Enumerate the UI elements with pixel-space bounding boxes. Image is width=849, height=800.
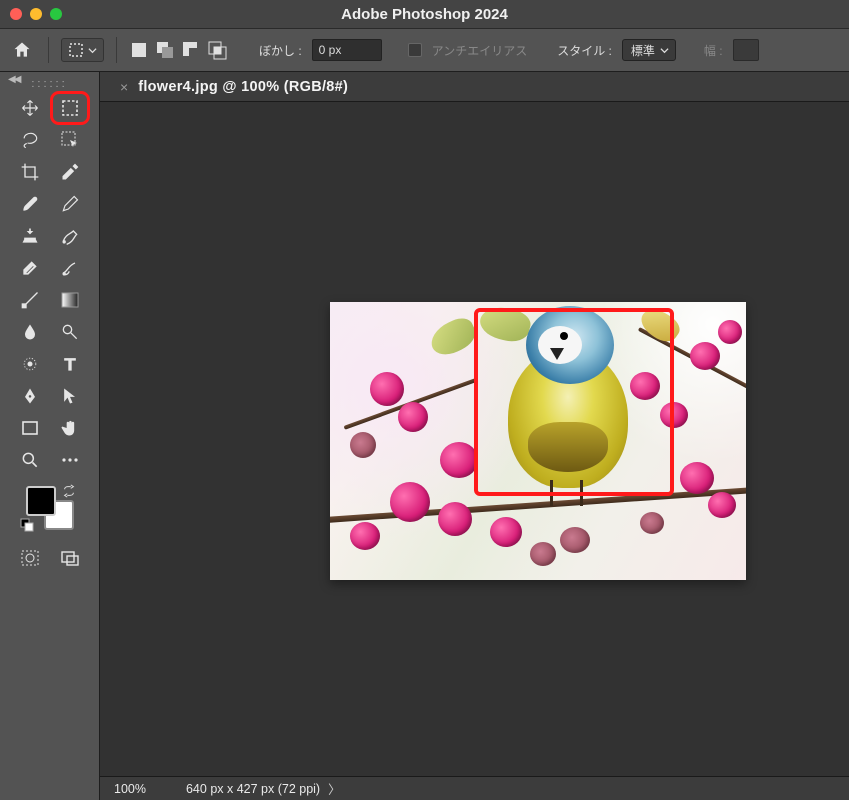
brush-tool[interactable] (13, 190, 47, 218)
window-title: Adobe Photoshop 2024 (0, 6, 849, 23)
document-tab-label: flower4.jpg @ 100% (RGB/8#) (138, 79, 348, 95)
style-select-value: 標準 (631, 42, 655, 59)
divider (116, 37, 117, 63)
smudge-tool[interactable] (13, 350, 47, 378)
tool-panel: ◀◀ :::::: (0, 72, 100, 800)
pencil-tool[interactable] (53, 190, 87, 218)
history-brush-tool[interactable] (53, 222, 87, 250)
close-window-button[interactable] (10, 8, 22, 20)
antialias-checkbox[interactable] (408, 43, 422, 57)
screen-mode-tool[interactable] (53, 544, 87, 572)
collapse-panel-button[interactable]: ◀◀ (8, 74, 19, 85)
default-colors-button[interactable] (20, 518, 34, 532)
more-tools[interactable] (53, 446, 87, 474)
move-tool[interactable] (13, 94, 47, 122)
blur-tool[interactable] (13, 318, 47, 346)
type-tool[interactable] (53, 350, 87, 378)
swap-colors-button[interactable] (62, 484, 76, 498)
pen-tool[interactable] (13, 382, 47, 410)
gradient-tool[interactable] (53, 286, 87, 314)
home-button[interactable] (8, 36, 36, 64)
width-label: 幅 : (704, 42, 723, 59)
panel-grip[interactable]: :::::: (31, 78, 67, 90)
window-controls (10, 8, 62, 20)
crop-tool[interactable] (13, 158, 47, 186)
selection-subtract-icon[interactable] (181, 40, 201, 60)
marquee-tool[interactable] (53, 94, 87, 122)
eyedropper-tool[interactable] (53, 158, 87, 186)
eraser-tool[interactable] (13, 254, 47, 282)
clone-stamp-tool[interactable] (13, 222, 47, 250)
chevron-down-icon (88, 46, 97, 55)
selection-intersect-icon[interactable] (207, 40, 227, 60)
chevron-down-icon (660, 46, 669, 55)
art-history-tool[interactable] (53, 254, 87, 282)
chevron-right-icon[interactable]: 〉 (328, 779, 341, 798)
divider (48, 37, 49, 63)
document-tab[interactable]: × flower4.jpg @ 100% (RGB/8#) (112, 72, 356, 102)
close-tab-button[interactable]: × (120, 79, 128, 95)
selection-mode-group (129, 40, 227, 60)
canvas-image (330, 302, 746, 580)
selection-new-icon[interactable] (129, 40, 149, 60)
minimize-window-button[interactable] (30, 8, 42, 20)
quick-mask-tool[interactable] (13, 544, 47, 572)
option-bar: ぼかし : アンチエイリアス スタイル : 標準 幅 : (0, 28, 849, 72)
color-swatches (26, 486, 74, 530)
document-tab-bar: × flower4.jpg @ 100% (RGB/8#) (100, 72, 849, 102)
antialias-label: アンチエイリアス (432, 42, 528, 59)
dodge-tool[interactable] (53, 318, 87, 346)
foreground-color[interactable] (26, 486, 56, 516)
width-input[interactable] (733, 39, 759, 61)
maximize-window-button[interactable] (50, 8, 62, 20)
feather-label: ぼかし : (259, 42, 302, 59)
style-select[interactable]: 標準 (622, 39, 676, 61)
quick-select-tool[interactable] (53, 126, 87, 154)
zoom-level[interactable]: 100% (114, 782, 146, 796)
window-titlebar: Adobe Photoshop 2024 (0, 0, 849, 28)
zoom-tool[interactable] (13, 446, 47, 474)
status-bar: 100% 640 px x 427 px (72 ppi) 〉 (100, 776, 849, 800)
style-label: スタイル : (557, 42, 612, 59)
gradient-source-tool[interactable] (13, 286, 47, 314)
lasso-tool[interactable] (13, 126, 47, 154)
path-select-tool[interactable] (53, 382, 87, 410)
document-info[interactable]: 640 px x 427 px (72 ppi) (186, 782, 320, 796)
current-tool-dropdown[interactable] (61, 38, 104, 62)
feather-input[interactable] (312, 39, 382, 61)
hand-tool[interactable] (53, 414, 87, 442)
rectangle-shape-tool[interactable] (13, 414, 47, 442)
canvas-viewport[interactable] (100, 102, 849, 776)
selection-add-icon[interactable] (155, 40, 175, 60)
bird-illustration (480, 312, 660, 512)
